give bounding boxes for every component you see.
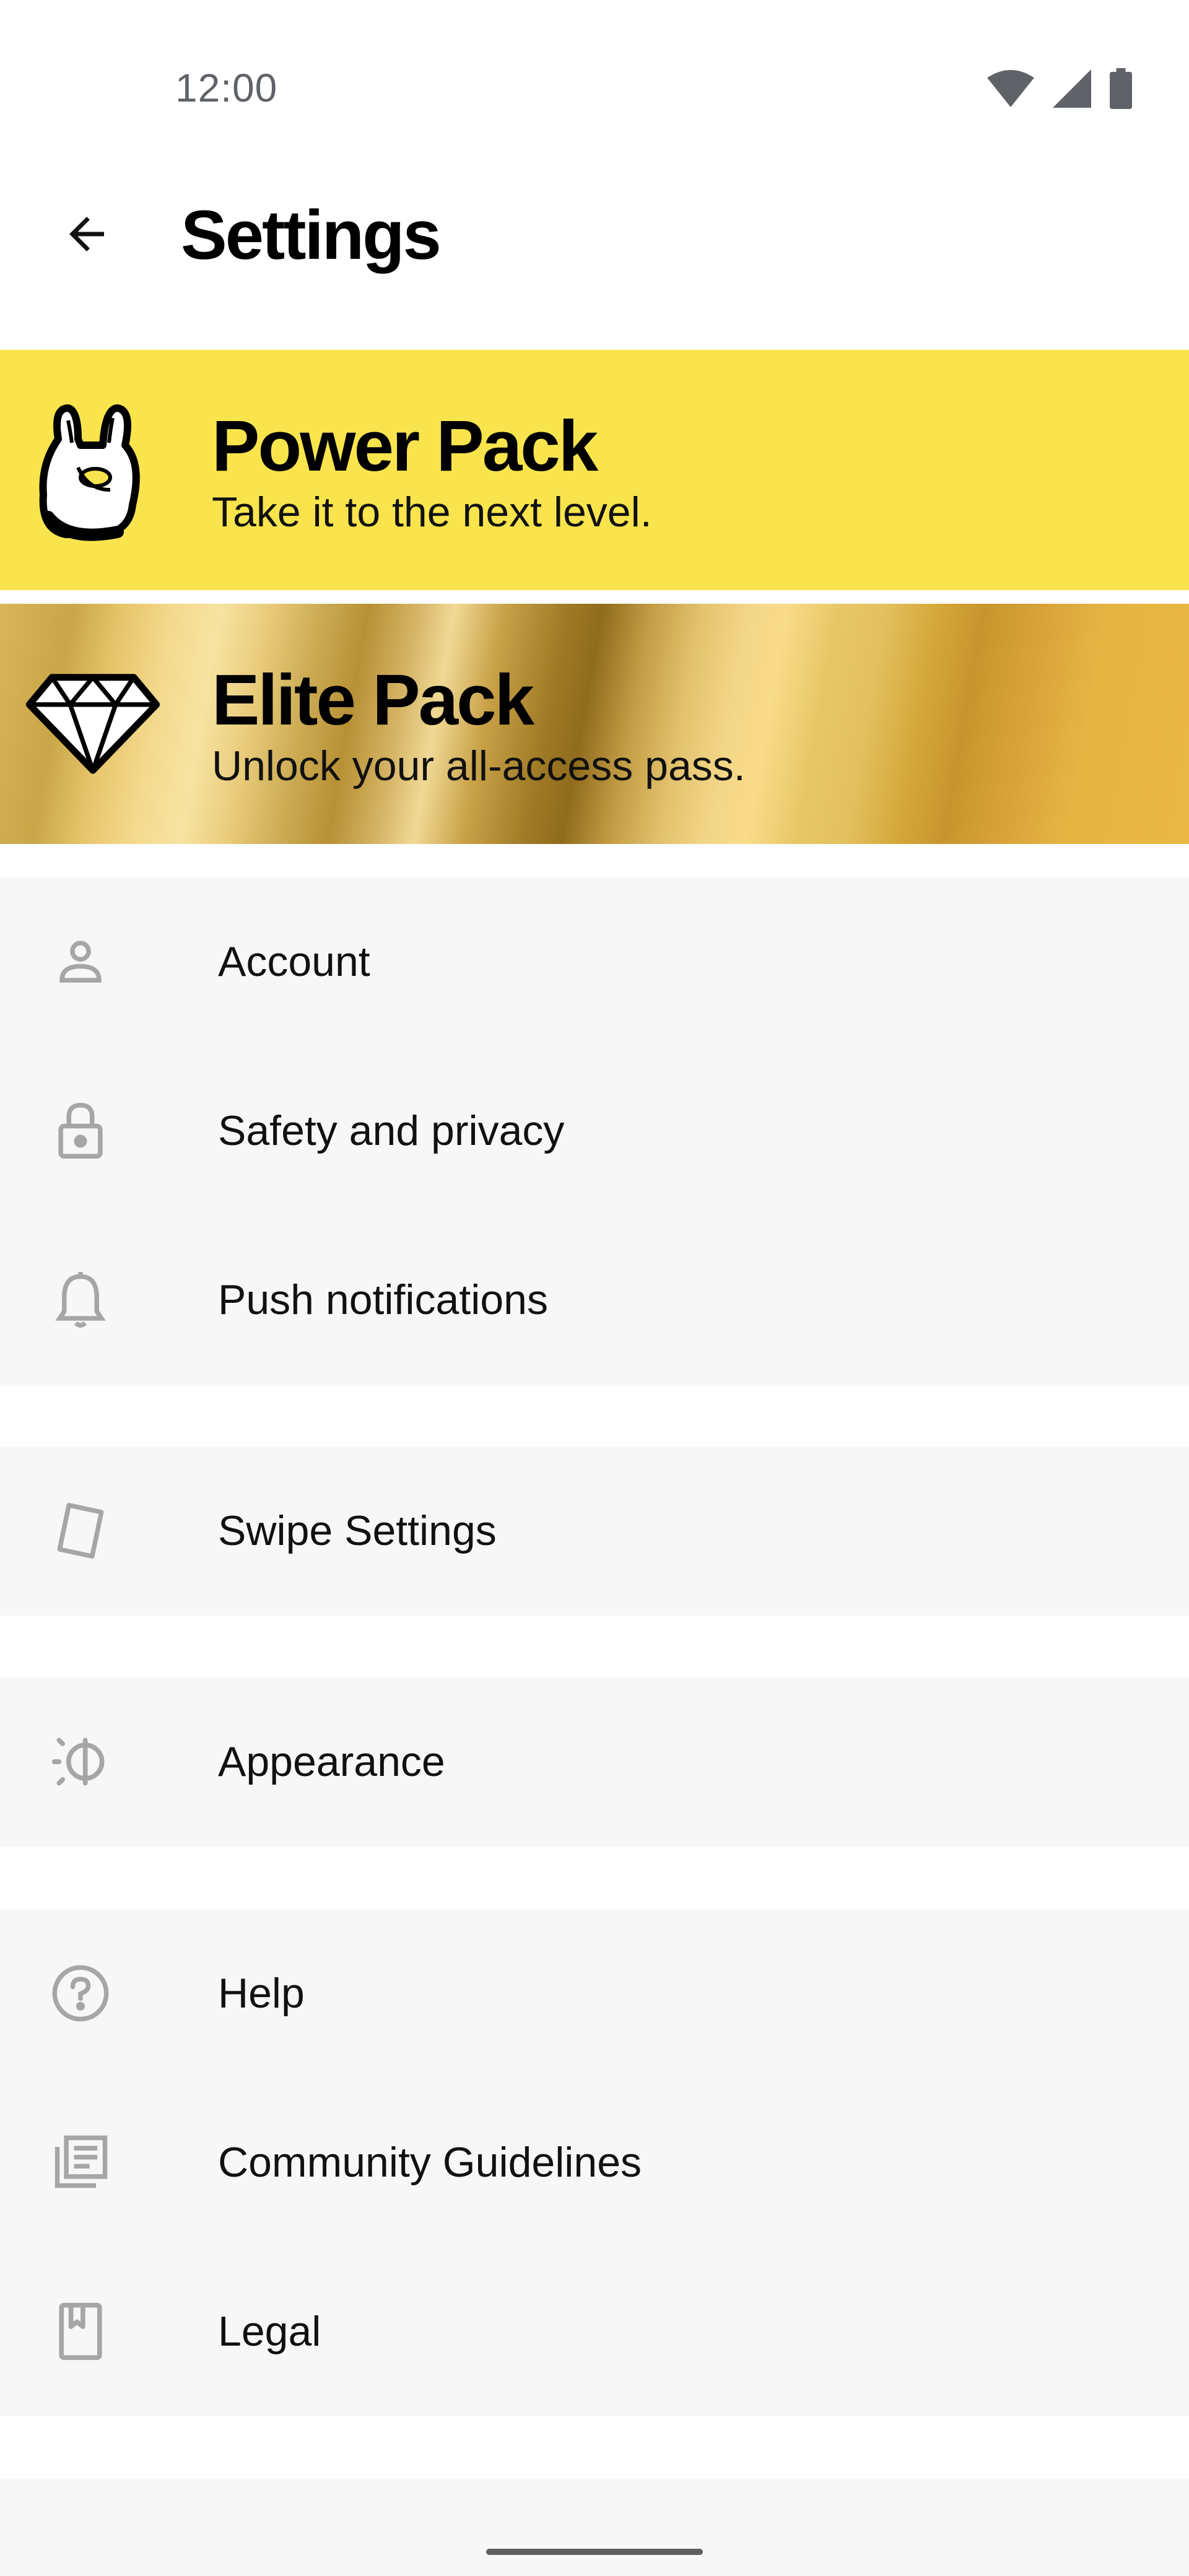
settings-group-more bbox=[0, 2479, 1189, 2576]
wifi-icon bbox=[987, 70, 1034, 107]
elite-pack-banner[interactable]: Elite Pack Unlock your all-access pass. bbox=[0, 604, 1189, 844]
elite-pack-subtitle: Unlock your all-access pass. bbox=[212, 742, 746, 790]
power-pack-subtitle: Take it to the next level. bbox=[212, 489, 652, 536]
person-icon bbox=[50, 931, 111, 993]
help-circle-icon bbox=[50, 1962, 111, 2024]
settings-item-label: Safety and privacy bbox=[218, 1107, 565, 1154]
elite-pack-title: Elite Pack bbox=[212, 659, 534, 740]
status-bar: 12:00 bbox=[0, 0, 1189, 167]
rock-hand-icon bbox=[25, 389, 161, 550]
settings-item-account[interactable]: Account bbox=[0, 877, 1189, 1046]
settings-group-support: Help Community Guidelines Legal bbox=[0, 1909, 1189, 2416]
guidelines-icon bbox=[50, 2131, 111, 2193]
settings-item-label: Account bbox=[218, 938, 370, 985]
settings-group-appearance: Appearance bbox=[0, 1677, 1189, 1847]
settings-item-label: Push notifications bbox=[218, 1276, 548, 1323]
brightness-icon bbox=[50, 1731, 111, 1793]
settings-item-appearance[interactable]: Appearance bbox=[0, 1677, 1189, 1847]
settings-group-swipe: Swipe Settings bbox=[0, 1447, 1189, 1616]
power-pack-banner[interactable]: Power Pack Take it to the next level. bbox=[0, 350, 1189, 590]
settings-group-account: Account Safety and privacy Push notifica… bbox=[0, 877, 1189, 1385]
status-icons bbox=[987, 68, 1132, 109]
settings-item-swipe-settings[interactable]: Swipe Settings bbox=[0, 1447, 1189, 1616]
cellular-signal-icon bbox=[1053, 69, 1091, 108]
power-pack-title: Power Pack bbox=[212, 406, 598, 486]
settings-item-label: Community Guidelines bbox=[218, 2139, 642, 2186]
settings-item-help[interactable]: Help bbox=[0, 1909, 1189, 2078]
lock-icon bbox=[50, 1100, 111, 1162]
battery-icon bbox=[1110, 68, 1132, 109]
settings-item-legal[interactable]: Legal bbox=[0, 2247, 1189, 2416]
card-icon bbox=[50, 1500, 111, 1562]
page-title: Settings bbox=[181, 196, 442, 274]
settings-item-safety-privacy[interactable]: Safety and privacy bbox=[0, 1046, 1189, 1216]
back-button[interactable] bbox=[50, 198, 124, 272]
settings-item-label: Legal bbox=[218, 2308, 321, 2355]
settings-item-community-guidelines[interactable]: Community Guidelines bbox=[0, 2078, 1189, 2247]
top-app-bar: Settings bbox=[0, 167, 1189, 347]
settings-item-label: Appearance bbox=[218, 1738, 445, 1785]
arrow-back-icon bbox=[61, 208, 113, 263]
settings-item-label: Help bbox=[218, 1970, 305, 2017]
settings-item-push-notifications[interactable]: Push notifications bbox=[0, 1216, 1189, 1385]
gesture-nav-bar[interactable] bbox=[486, 2549, 703, 2555]
bell-icon bbox=[50, 1269, 111, 1331]
diamond-icon bbox=[25, 643, 161, 804]
settings-item-label: Swipe Settings bbox=[218, 1507, 497, 1554]
book-icon bbox=[50, 2300, 111, 2362]
status-time: 12:00 bbox=[175, 66, 278, 110]
